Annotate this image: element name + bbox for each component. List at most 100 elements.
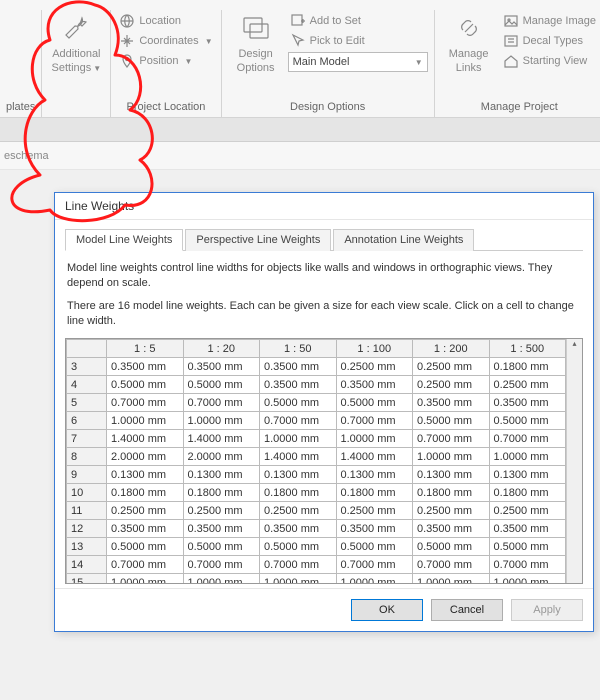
cell[interactable]: 0.7000 mm [413,556,490,574]
cell[interactable]: 0.5000 mm [336,394,413,412]
location-button[interactable]: Location [117,12,214,30]
cell[interactable]: 0.3500 mm [260,520,337,538]
column-header[interactable]: 1 : 200 [413,340,490,358]
cell[interactable]: 0.5000 mm [107,376,184,394]
row-header[interactable]: 14 [67,556,107,574]
cell[interactable]: 1.0000 mm [489,448,566,466]
cell[interactable]: 0.2500 mm [413,502,490,520]
row-header[interactable]: 10 [67,484,107,502]
cell[interactable]: 0.2500 mm [413,358,490,376]
cell[interactable]: 0.7000 mm [336,412,413,430]
cell[interactable]: 0.1800 mm [489,484,566,502]
design-options-button[interactable]: Design Options [228,10,284,76]
column-header[interactable]: 1 : 500 [489,340,566,358]
cell[interactable]: 1.4000 mm [107,430,184,448]
cell[interactable]: 0.5000 mm [413,538,490,556]
decal-types-button[interactable]: Decal Types [501,32,598,50]
coordinates-button[interactable]: Coordinates▼ [117,32,214,50]
ok-button[interactable]: OK [351,599,423,621]
cell[interactable]: 0.7000 mm [260,556,337,574]
cell[interactable]: 0.1800 mm [260,484,337,502]
cell[interactable]: 1.0000 mm [107,412,184,430]
cell[interactable]: 1.4000 mm [260,448,337,466]
cell[interactable]: 0.7000 mm [260,412,337,430]
column-header[interactable]: 1 : 20 [183,340,260,358]
manage-images-button[interactable]: Manage Image [501,12,598,30]
cell[interactable]: 0.1800 mm [183,484,260,502]
cell[interactable]: 0.7000 mm [413,430,490,448]
cell[interactable]: 0.2500 mm [336,358,413,376]
cell[interactable]: 0.3500 mm [107,520,184,538]
cell[interactable]: 0.1800 mm [489,358,566,376]
cell[interactable]: 0.2500 mm [260,502,337,520]
row-header[interactable]: 5 [67,394,107,412]
cell[interactable]: 0.5000 mm [336,538,413,556]
cell[interactable]: 0.2500 mm [336,502,413,520]
cell[interactable]: 0.7000 mm [336,556,413,574]
row-header[interactable]: 4 [67,376,107,394]
cell[interactable]: 0.3500 mm [489,520,566,538]
row-header[interactable]: 9 [67,466,107,484]
cell[interactable]: 0.3500 mm [260,358,337,376]
table-scrollbar[interactable]: ▴ [566,339,582,583]
cancel-button[interactable]: Cancel [431,599,503,621]
column-header[interactable]: 1 : 5 [107,340,184,358]
row-header[interactable]: 3 [67,358,107,376]
manage-links-button[interactable]: Manage Links [441,10,497,76]
cell[interactable]: 0.1300 mm [260,466,337,484]
additional-settings-button[interactable]: Additional Settings▼ [48,10,104,76]
cell[interactable]: 0.3500 mm [336,376,413,394]
cell[interactable]: 0.3500 mm [413,520,490,538]
cell[interactable]: 1.0000 mm [260,430,337,448]
row-header[interactable]: 8 [67,448,107,466]
cell[interactable]: 0.2500 mm [413,376,490,394]
starting-view-button[interactable]: Starting View [501,52,598,70]
cell[interactable]: 0.7000 mm [489,430,566,448]
cell[interactable]: 0.1300 mm [413,466,490,484]
cell[interactable]: 0.3500 mm [183,520,260,538]
cell[interactable]: 0.2500 mm [107,502,184,520]
cell[interactable]: 0.3500 mm [489,394,566,412]
cell[interactable]: 0.5000 mm [489,538,566,556]
cell[interactable]: 0.1800 mm [336,484,413,502]
cell[interactable]: 0.1800 mm [107,484,184,502]
cell[interactable]: 0.1300 mm [489,466,566,484]
main-model-combo[interactable]: Main Model ▼ [288,52,428,72]
cell[interactable]: 1.0000 mm [413,574,490,583]
cell[interactable]: 0.7000 mm [107,394,184,412]
tab-annotation-line-weights[interactable]: Annotation Line Weights [333,229,474,251]
position-button[interactable]: Position▼ [117,52,214,70]
cell[interactable]: 1.0000 mm [107,574,184,583]
add-to-set-button[interactable]: Add to Set [288,12,428,30]
cell[interactable]: 0.1300 mm [183,466,260,484]
cell[interactable]: 1.0000 mm [336,430,413,448]
column-header[interactable]: 1 : 50 [260,340,337,358]
cell[interactable]: 0.5000 mm [260,538,337,556]
cell[interactable]: 0.5000 mm [260,394,337,412]
cell[interactable]: 0.5000 mm [413,412,490,430]
cell[interactable]: 0.7000 mm [107,556,184,574]
row-header[interactable]: 13 [67,538,107,556]
cell[interactable]: 0.7000 mm [183,556,260,574]
row-header[interactable]: 12 [67,520,107,538]
cell[interactable]: 0.3500 mm [183,358,260,376]
cell[interactable]: 0.1800 mm [413,484,490,502]
cell[interactable]: 0.3500 mm [260,376,337,394]
cell[interactable]: 1.4000 mm [336,448,413,466]
pick-to-edit-button[interactable]: Pick to Edit [288,32,428,50]
cell[interactable]: 1.4000 mm [183,430,260,448]
cell[interactable]: 2.0000 mm [183,448,260,466]
cell[interactable]: 1.0000 mm [489,574,566,583]
row-header[interactable]: 6 [67,412,107,430]
apply-button[interactable]: Apply [511,599,583,621]
cell[interactable]: 0.5000 mm [489,412,566,430]
cell[interactable]: 0.2500 mm [489,502,566,520]
tab-model-line-weights[interactable]: Model Line Weights [65,229,183,251]
cell[interactable]: 1.0000 mm [336,574,413,583]
row-header[interactable]: 15 [67,574,107,583]
cell[interactable]: 0.7000 mm [489,556,566,574]
cell[interactable]: 0.3500 mm [413,394,490,412]
cell[interactable]: 0.7000 mm [183,394,260,412]
cell[interactable]: 0.5000 mm [183,376,260,394]
cell[interactable]: 0.1300 mm [107,466,184,484]
